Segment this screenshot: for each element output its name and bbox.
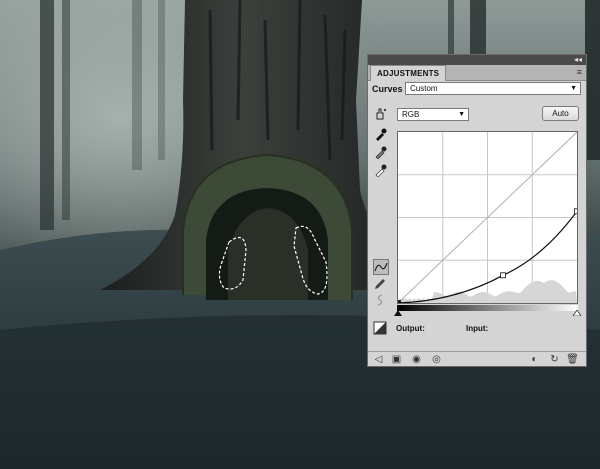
input-gradient-bar (397, 305, 578, 311)
gray-point-eyedropper-icon[interactable] (373, 145, 387, 160)
panel-tab-bar: ADJUSTMENTS ≡ (368, 65, 586, 81)
curve-control-point[interactable] (395, 300, 401, 306)
adjustment-type-label: Curves (372, 84, 403, 94)
clip-options-icon[interactable] (373, 321, 387, 335)
white-point-slider[interactable] (573, 310, 581, 316)
view-previous-state-icon[interactable]: ◐ (528, 353, 541, 366)
preset-select[interactable]: Custom ▼ (405, 82, 581, 95)
black-point-slider[interactable] (394, 310, 402, 316)
trash-icon[interactable]: 🗑 (566, 353, 579, 366)
collapse-panel-icon[interactable]: ◂◂ (574, 55, 582, 65)
white-point-eyedropper-icon[interactable] (373, 163, 387, 178)
output-label: Output: (396, 324, 425, 333)
curve-control-point[interactable] (500, 272, 506, 279)
panel-menu-icon[interactable]: ≡ (577, 66, 582, 79)
adjustments-panel: ◂◂ ADJUSTMENTS ≡ Curves Custom ▼ RGB ▼ A… (367, 54, 587, 367)
clip-to-layer-icon[interactable]: ◉ (410, 353, 423, 366)
curves-graph[interactable] (395, 131, 580, 306)
curve-points-icon[interactable] (373, 259, 389, 275)
pencil-draw-icon[interactable] (373, 277, 387, 291)
reset-icon[interactable]: ↻ (548, 353, 561, 366)
black-point-eyedropper-icon[interactable] (373, 127, 387, 141)
return-to-list-icon[interactable]: ◁ (372, 353, 385, 366)
auto-button[interactable]: Auto (542, 106, 579, 121)
chevron-down-icon: ▼ (458, 111, 465, 118)
expanded-view-icon[interactable]: ▣ (390, 353, 403, 366)
panel-title-strip: ◂◂ (368, 55, 586, 65)
channel-select-value: RGB (402, 110, 420, 119)
chevron-down-icon: ▼ (570, 85, 577, 92)
channel-select[interactable]: RGB ▼ (397, 108, 469, 121)
tab-adjustments[interactable]: ADJUSTMENTS (370, 65, 447, 81)
input-label: Input: (466, 324, 489, 333)
preset-select-value: Custom (410, 84, 438, 93)
curves-graph-svg[interactable] (395, 131, 580, 306)
visibility-eye-icon[interactable]: ◎ (430, 353, 443, 366)
on-image-adjust-icon[interactable] (373, 107, 387, 121)
panel-bottom-toolbar: ◁ ▣ ◉ ◎ ◐ ↻ 🗑 (368, 351, 586, 367)
curve-control-point[interactable] (574, 208, 580, 215)
smooth-curve-icon[interactable] (373, 293, 387, 307)
